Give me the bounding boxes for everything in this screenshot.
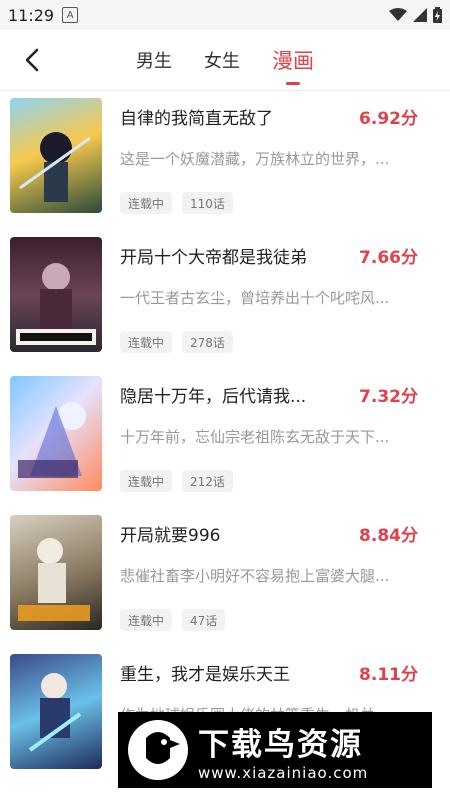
comic-score: 6.92分 [359, 109, 418, 129]
top-navigation: 男生 女生 漫画 [0, 30, 450, 91]
comic-title[interactable]: 自律的我简直无敌了 [120, 104, 273, 129]
watermark-url: www.xiazainiao.com [198, 763, 369, 782]
tab-female[interactable]: 女生 [204, 47, 240, 73]
comic-description: 一代王者古玄尘，曾培养出十个叱咤风... [120, 289, 390, 307]
comic-score: 7.32分 [359, 387, 418, 407]
comic-title[interactable]: 开局就要996 [120, 521, 220, 546]
status-tag: 连载中 [120, 331, 173, 353]
chapter-count-tag: 110话 [182, 192, 233, 214]
status-time: 11:29 [8, 5, 55, 25]
status-bar: 11:29 A [0, 0, 450, 30]
comic-cover[interactable] [10, 654, 102, 769]
comic-cover[interactable] [10, 98, 102, 213]
comic-tags: 连载中 278话 [120, 331, 233, 353]
comic-cover[interactable] [10, 376, 102, 491]
battery-icon [433, 7, 442, 23]
comic-description: 十万年前，忘仙宗老祖陈玄无敌于天下... [120, 428, 390, 446]
comic-description: 这是一个妖魔潜藏，万族林立的世界，... [120, 150, 390, 168]
watermark-banner: 下载鸟资源 www.xiazainiao.com [118, 712, 432, 788]
comic-score: 7.66分 [359, 248, 418, 268]
tab-male[interactable]: 男生 [136, 47, 172, 73]
status-tag: 连载中 [120, 192, 173, 214]
comic-title[interactable]: 重生，我才是娱乐天王 [120, 660, 290, 685]
comic-cover[interactable] [10, 515, 102, 630]
comic-description: 悲催社畜李小明好不容易抱上富婆大腿... [120, 567, 390, 585]
chapter-count-tag: 278话 [182, 331, 233, 353]
comic-item[interactable]: 自律的我简直无敌了 6.92分 这是一个妖魔潜藏，万族林立的世界，... 连载中… [0, 90, 450, 229]
comic-item[interactable]: 开局就要996 8.84分 悲催社畜李小明好不容易抱上富婆大腿... 连载中 4… [0, 507, 450, 646]
wifi-icon [389, 8, 407, 21]
comic-tags: 连载中 47话 [120, 609, 226, 631]
comic-score: 8.11分 [359, 665, 418, 685]
status-icons [389, 7, 442, 23]
chapter-count-tag: 212话 [182, 470, 233, 492]
comic-tags: 连载中 212话 [120, 470, 233, 492]
bird-logo-icon [128, 720, 188, 780]
chapter-count-tag: 47话 [182, 609, 226, 631]
signal-icon [413, 8, 427, 22]
category-tabs: 男生 女生 漫画 [0, 30, 450, 90]
app-notification-icon: A [62, 7, 79, 23]
watermark-title: 下载鸟资源 [198, 726, 363, 763]
tab-comics[interactable]: 漫画 [272, 45, 314, 75]
comic-cover[interactable] [10, 237, 102, 352]
comic-score: 8.84分 [359, 526, 418, 546]
comic-tags: 连载中 110话 [120, 192, 233, 214]
status-tag: 连载中 [120, 470, 173, 492]
comic-item[interactable]: 隐居十万年，后代请我... 7.32分 十万年前，忘仙宗老祖陈玄无敌于天下...… [0, 368, 450, 507]
comic-list: 自律的我简直无敌了 6.92分 这是一个妖魔潜藏，万族林立的世界，... 连载中… [0, 90, 450, 785]
comic-title[interactable]: 开局十个大帝都是我徒弟 [120, 243, 307, 268]
comic-item[interactable]: 开局十个大帝都是我徒弟 7.66分 一代王者古玄尘，曾培养出十个叱咤风... 连… [0, 229, 450, 368]
status-tag: 连载中 [120, 609, 173, 631]
comic-title[interactable]: 隐居十万年，后代请我... [120, 382, 306, 407]
